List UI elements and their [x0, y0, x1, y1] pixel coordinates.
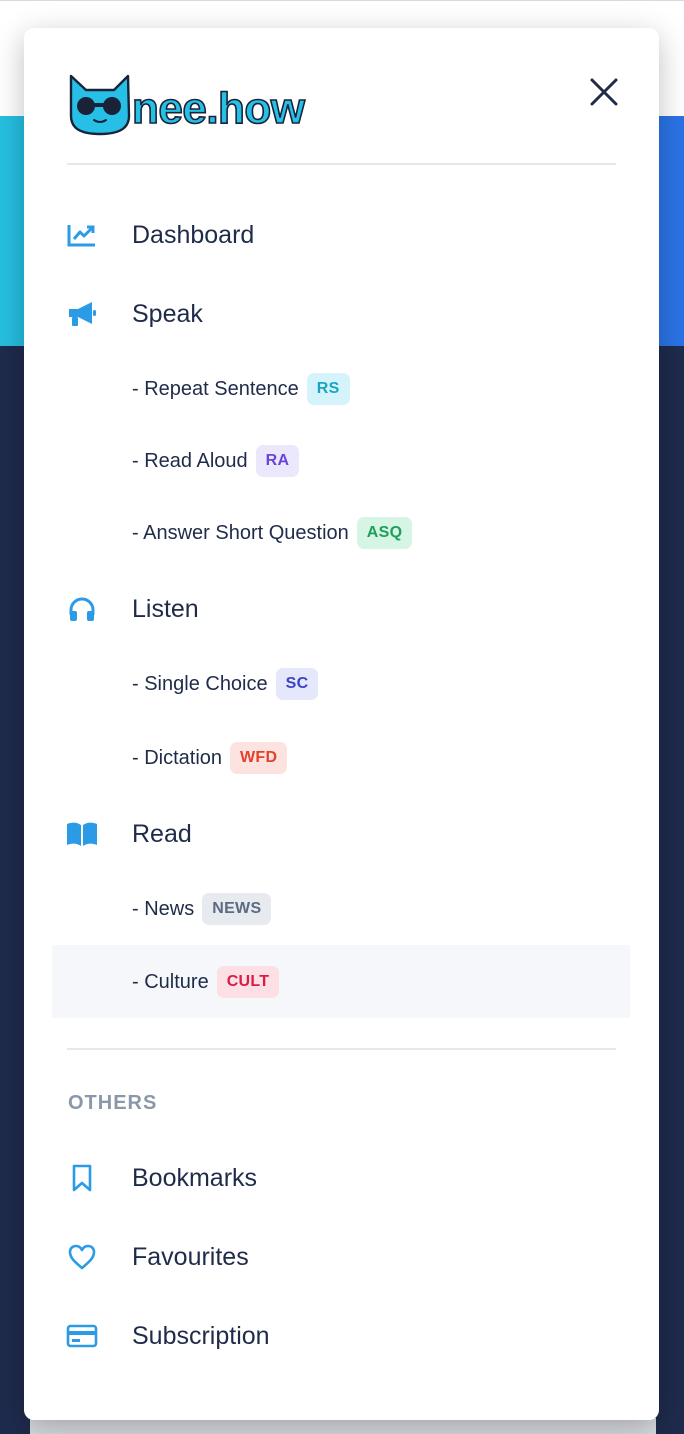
nav-label-read: Read [132, 819, 192, 848]
section-title-others: OTHERS [68, 1092, 158, 1114]
nav-label-listen: Listen [132, 594, 199, 623]
close-button[interactable] [586, 74, 622, 110]
badge-asq: ASQ [356, 517, 413, 549]
sub-item-culture[interactable]: - Culture CULT [52, 945, 630, 1018]
nav-label-bookmarks: Bookmarks [132, 1163, 258, 1192]
background-bottom-strip [30, 1418, 656, 1434]
nav-bookmarks[interactable]: Bookmarks [24, 1157, 659, 1199]
headphones-icon [66, 593, 98, 625]
badge-news: NEWS [202, 893, 272, 925]
badge-rs: RS [306, 373, 350, 405]
heart-icon [66, 1241, 98, 1273]
close-icon [590, 78, 618, 106]
bookmark-icon [66, 1162, 98, 1194]
nav-label-dashboard: Dashboard [132, 220, 255, 249]
nav-subscription[interactable]: Subscription [24, 1315, 659, 1357]
badge-sc: SC [275, 668, 319, 700]
nav-listen[interactable]: Listen [24, 588, 659, 630]
nav-dashboard[interactable]: Dashboard [24, 214, 659, 256]
chart-line-icon [66, 219, 98, 251]
header-divider [67, 163, 616, 165]
sub-item-single-choice[interactable]: - Single Choice SC [52, 648, 630, 720]
sub-item-label: - News [132, 898, 195, 920]
nav-drawer: nee.how Dashboard Speak - Repeat Sentenc… [24, 28, 659, 1420]
nav-favourites[interactable]: Favourites [24, 1236, 659, 1278]
credit-card-icon [66, 1320, 98, 1352]
sub-item-dictation[interactable]: - Dictation WFD [52, 722, 630, 794]
sub-item-news[interactable]: - News NEWS [52, 873, 630, 945]
megaphone-icon [66, 298, 98, 330]
badge-cult: CULT [216, 965, 280, 998]
cat-logo-icon [69, 74, 131, 136]
book-open-icon [66, 818, 98, 850]
brand-name: nee.how [131, 84, 306, 133]
sub-item-answer-short-question[interactable]: - Answer Short Question ASQ [52, 497, 630, 569]
others-divider [67, 1048, 616, 1050]
sub-item-label: - Repeat Sentence [132, 378, 299, 400]
nav-label-favourites: Favourites [132, 1242, 249, 1271]
badge-ra: RA [255, 445, 300, 477]
brand-logo[interactable]: nee.how [68, 70, 306, 136]
sub-item-label: - Culture [132, 970, 209, 993]
sub-item-label: - Read Aloud [132, 450, 248, 472]
drawer-header: nee.how [24, 28, 659, 164]
nav-speak[interactable]: Speak [24, 293, 659, 335]
nav-label-speak: Speak [132, 299, 203, 328]
sub-item-repeat-sentence[interactable]: - Repeat Sentence RS [52, 353, 630, 425]
sub-item-label: - Dictation [132, 747, 223, 769]
nav-label-subscription: Subscription [132, 1321, 270, 1350]
badge-wfd: WFD [230, 742, 288, 774]
sub-item-label: - Single Choice [132, 673, 268, 695]
nav-read[interactable]: Read [24, 813, 659, 855]
sub-item-label: - Answer Short Question [132, 522, 349, 544]
sub-item-read-aloud[interactable]: - Read Aloud RA [52, 425, 630, 497]
